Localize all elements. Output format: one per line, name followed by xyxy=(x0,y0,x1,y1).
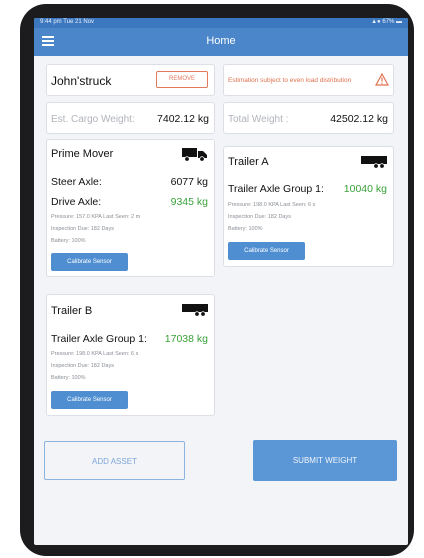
pressure-text: Pressure: 198.0 KPA Last Seen: 6 s xyxy=(51,351,139,357)
trailer-b-card: Trailer B Trailer Axle Group 1: 17038 kg… xyxy=(46,294,215,416)
status-indicators: ▲● 67% ▬ xyxy=(371,19,402,25)
warning-card: Estimation subject to even load distribu… xyxy=(223,64,394,96)
total-weight-card: Total Weight : 42502.12 kg xyxy=(223,102,394,134)
steer-axle-row: Steer Axle: 6077 kg xyxy=(51,176,208,190)
trailer-b-title: Trailer B xyxy=(51,305,93,317)
prime-mover-title: Prime Mover xyxy=(51,148,114,160)
submit-weight-button[interactable]: SUBMIT WEIGHT xyxy=(253,440,397,481)
prime-mover-card: Prime Mover Steer Axle: 6077 kg Drive Ax… xyxy=(46,139,215,277)
total-weight-value: 42502.12 kg xyxy=(330,113,388,125)
drive-axle-row: Drive Axle: 9345 kg xyxy=(51,196,208,210)
trailer-b-axle-row: Trailer Axle Group 1: 17038 kg xyxy=(51,333,208,347)
add-asset-button[interactable]: ADD ASSET xyxy=(44,441,185,480)
truck-icon xyxy=(182,148,207,162)
pressure-text: Pressure: 198.0 KPA Last Seen: 6 s xyxy=(228,202,316,208)
inspection-text: Inspection Due: 182 Days xyxy=(51,363,114,369)
battery-text: Battery: 100% xyxy=(51,375,86,381)
trailer-b-axle-value: 17038 kg xyxy=(164,333,208,345)
vehicle-card: John'struck REMOVE xyxy=(46,64,215,96)
page-title: Home xyxy=(206,35,236,47)
remove-button[interactable]: REMOVE xyxy=(156,71,208,88)
battery-text: Battery: 100% xyxy=(51,238,86,244)
drive-axle-label: Drive Axle: xyxy=(51,196,102,208)
trailer-a-axle-label: Trailer Axle Group 1: xyxy=(228,183,324,195)
cargo-weight-card: Est. Cargo Weight: 7402.12 kg xyxy=(46,102,215,134)
trailer-icon xyxy=(361,156,387,169)
cargo-weight-value: 7402.12 kg xyxy=(157,113,209,125)
trailer-icon xyxy=(182,304,208,317)
inspection-text: Inspection Due: 182 Days xyxy=(228,214,291,220)
trailer-a-axle-row: Trailer Axle Group 1: 10040 kg xyxy=(228,183,387,197)
battery-text: Battery: 100% xyxy=(228,226,263,232)
calibrate-sensor-button[interactable]: Calibrate Sensor xyxy=(228,242,305,260)
calibrate-sensor-button[interactable]: Calibrate Sensor xyxy=(51,391,128,409)
trailer-b-axle-label: Trailer Axle Group 1: xyxy=(51,333,147,345)
status-time: 9:44 pm Tue 21 Nov xyxy=(40,19,95,25)
vehicle-name: John'struck xyxy=(51,74,112,88)
trailer-a-axle-value: 10040 kg xyxy=(343,183,387,195)
steer-axle-value: 6077 kg xyxy=(170,176,208,188)
pressure-text: Pressure: 157.0 KPA Last Seen: 2 m xyxy=(51,214,141,220)
steer-axle-label: Steer Axle: xyxy=(51,176,102,188)
trailer-a-card: Trailer A Trailer Axle Group 1: 10040 kg… xyxy=(223,146,394,267)
inspection-text: Inspection Due: 182 Days xyxy=(51,226,114,232)
trailer-a-title: Trailer A xyxy=(228,156,269,168)
calibrate-sensor-button[interactable]: Calibrate Sensor xyxy=(51,253,128,271)
navigation-bar: Home xyxy=(34,28,408,56)
app-screen: 9:44 pm Tue 21 Nov ▲● 67% ▬ Home John'st… xyxy=(34,18,408,545)
total-weight-label: Total Weight : xyxy=(228,114,289,125)
warning-icon xyxy=(375,73,389,86)
warning-text: Estimation subject to even load distribu… xyxy=(228,77,352,84)
cargo-weight-label: Est. Cargo Weight: xyxy=(51,114,135,125)
status-bar: 9:44 pm Tue 21 Nov ▲● 67% ▬ xyxy=(34,18,408,28)
drive-axle-value: 9345 kg xyxy=(170,196,208,208)
